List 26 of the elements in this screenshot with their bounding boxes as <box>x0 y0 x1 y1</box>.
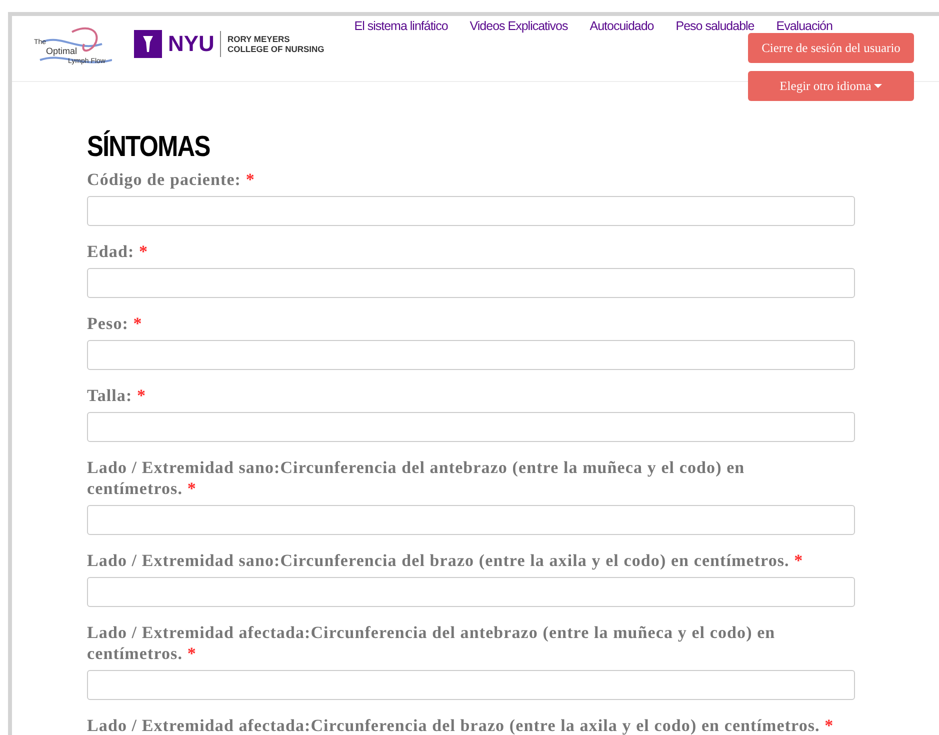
logo-text: COLLEGE OF NURSING <box>227 44 324 54</box>
logo-text: RORY MEYERS <box>227 34 291 44</box>
field-label: Edad: * <box>87 241 150 262</box>
field-label: Código de paciente: * <box>87 169 256 190</box>
input-field[interactable] <box>87 670 855 700</box>
field-label: Talla: * <box>87 385 148 406</box>
nav-link[interactable]: Videos Explicativos <box>470 18 568 34</box>
input-field[interactable] <box>87 268 855 298</box>
nav-link[interactable]: Peso saludable <box>676 18 754 34</box>
input-field[interactable] <box>87 577 855 607</box>
nav-link[interactable]: Autocuidado <box>590 18 654 34</box>
nav-link[interactable]: El sistema linfático <box>354 18 448 34</box>
page-title: SÍNTOMAS <box>87 131 211 163</box>
input-field[interactable] <box>87 412 855 442</box>
torch-logo-icon <box>134 30 162 58</box>
nyu-wordmark: NYU <box>168 33 214 55</box>
input-field[interactable] <box>87 505 855 535</box>
input-field[interactable] <box>87 340 855 370</box>
field-label: Lado / Extremidad sano:Circunferencia del antebrazo (entre la muñeca y el codo) en centímetros. * <box>87 457 746 499</box>
field-label: Lado / Extremidad afectada:Circunferencia del brazo (entre la axila y el codo) en centímetros. * <box>87 715 835 735</box>
input-field[interactable] <box>87 196 855 226</box>
caret-icon <box>874 84 882 88</box>
field-label: Peso: * <box>87 313 144 334</box>
field-label: Lado / Extremidad sano:Circunferencia del brazo (entre la axila y el codo) en centímetros. * <box>87 550 804 571</box>
field-label: Lado / Extremidad afectada:Circunferencia del antebrazo (entre la muñeca y el codo) en centímetros. * <box>87 622 776 664</box>
nav-link[interactable]: Evaluación <box>776 18 832 34</box>
